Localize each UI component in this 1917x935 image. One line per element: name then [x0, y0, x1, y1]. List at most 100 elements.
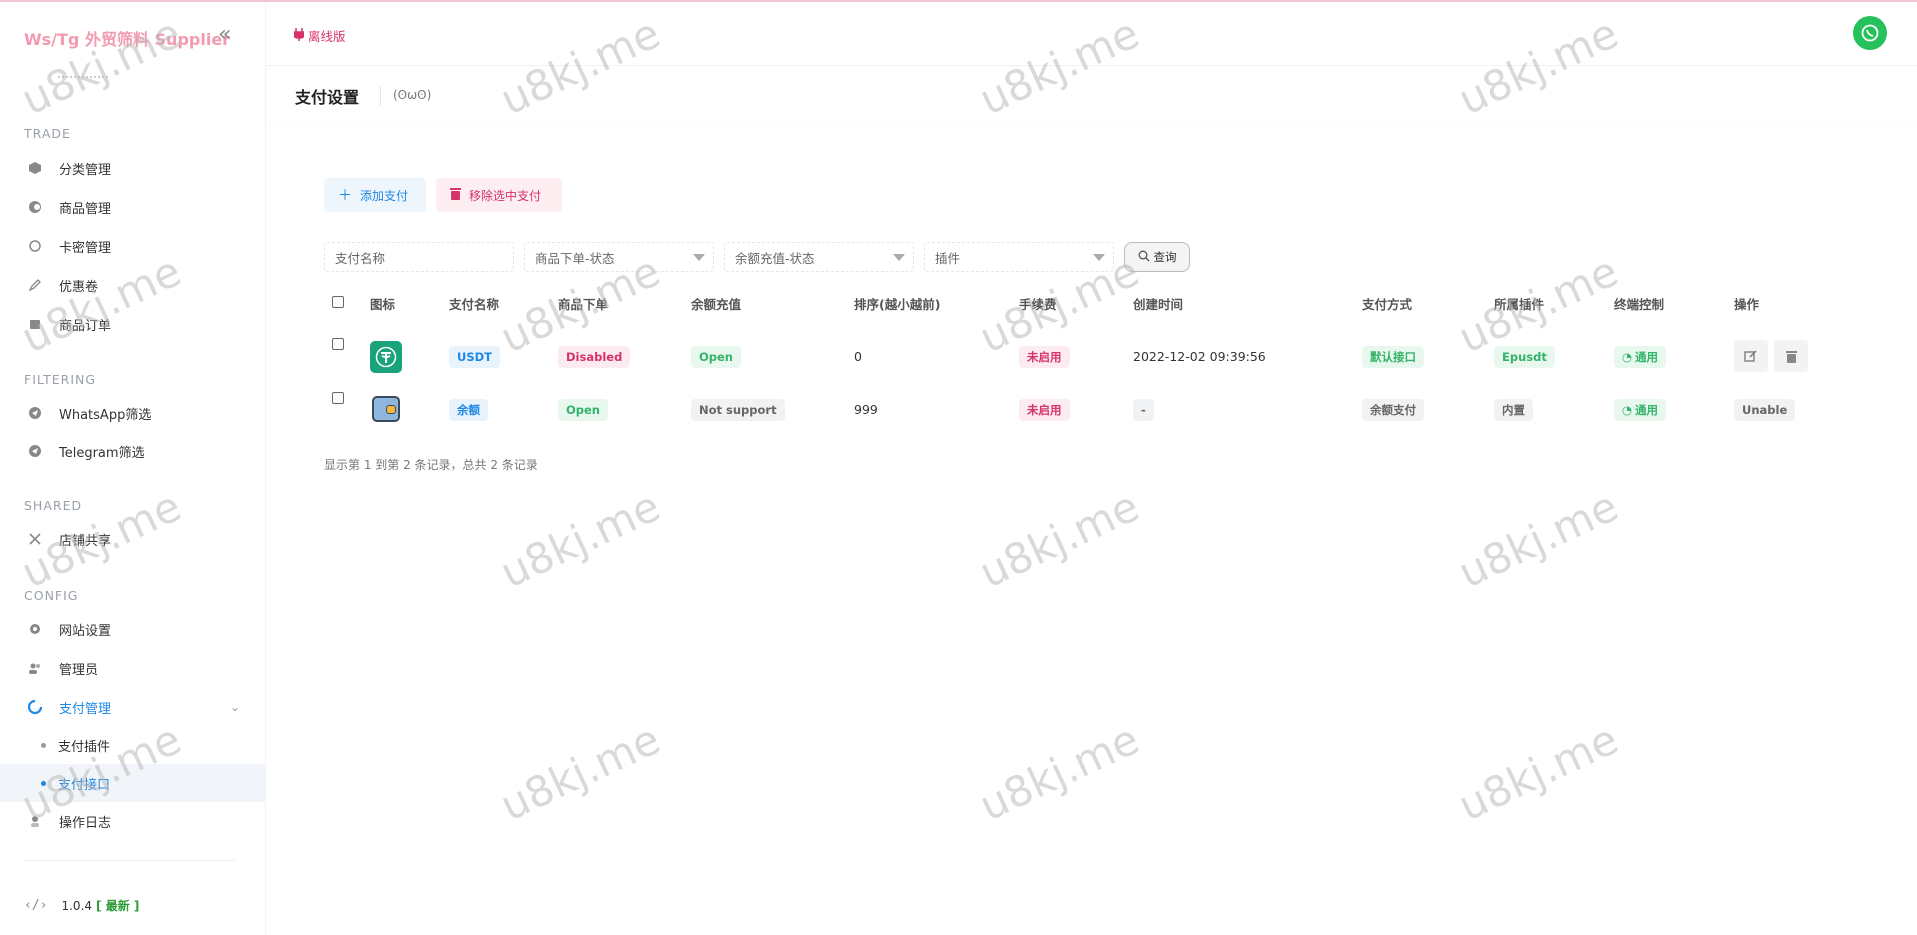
payment-name-input[interactable]: 支付名称: [324, 242, 514, 272]
method-badge: 默认接口: [1362, 346, 1424, 368]
box-icon: [27, 316, 43, 332]
cloud-icon: [27, 199, 43, 215]
sidebar-item-orders[interactable]: 商品订单: [0, 306, 266, 342]
plug-icon: [293, 27, 305, 44]
globe-icon: ◔: [1622, 350, 1633, 364]
add-payment-button[interactable]: ＋ 添加支付: [324, 178, 426, 212]
trash-icon: [1785, 350, 1797, 363]
sidebar-item-label: Telegram筛选: [59, 445, 145, 461]
watermark: u8kj.me: [1451, 714, 1626, 831]
order-status-select[interactable]: 商品下单-状态: [524, 242, 714, 272]
page-subtitle: (ʘωʘ): [393, 88, 432, 102]
sidebar-item-label: 分类管理: [59, 162, 112, 178]
wallet-icon: [372, 396, 400, 422]
remove-selected-button[interactable]: 移除选中支付: [436, 178, 562, 212]
row-checkbox[interactable]: [332, 392, 344, 404]
sidebar-divider: [24, 860, 236, 861]
gear-outline-icon: [27, 238, 43, 254]
globe-icon: ◔: [1622, 403, 1633, 417]
code-icon: ‹/›: [24, 898, 48, 913]
brand-title: Ws/Tg 外贸筛料 Supplier: [24, 30, 231, 49]
bullet-icon: [41, 742, 46, 748]
unable-badge: Unable: [1734, 399, 1796, 421]
trash-icon: [450, 187, 461, 204]
plugin-badge: Epusdt: [1494, 346, 1555, 368]
method-badge: 余额支付: [1362, 399, 1424, 421]
delete-button[interactable]: [1774, 340, 1808, 372]
sidebar-subitem-payment-plugins[interactable]: 支付插件: [0, 726, 266, 764]
recharge-status-select[interactable]: 余额充值-状态: [724, 242, 914, 272]
column-header-recharge: 余额充值: [691, 297, 742, 312]
edit-button[interactable]: [1734, 340, 1768, 372]
whatsapp-icon[interactable]: [1853, 16, 1887, 50]
sidebar-subitem-label: 支付接口: [58, 777, 111, 793]
caret-down-icon: [893, 254, 905, 261]
sidebar-item-logs[interactable]: 操作日志: [0, 803, 266, 839]
users-icon: [27, 660, 43, 676]
section-shared: SHARED: [24, 498, 83, 513]
column-header-order: 商品下单: [558, 297, 609, 312]
sidebar: Ws/Tg 外贸筛料 Supplier « TRADE 分类管理 商品管理 卡密…: [0, 2, 266, 935]
payment-list-card: ＋ 添加支付 移除选中支付 支付名称 商品下单-状态 余额充值-状态 插件 查询…: [288, 146, 1888, 494]
column-header-method: 支付方式: [1362, 297, 1413, 312]
page-title: 支付设置: [295, 88, 360, 107]
version-info: ‹/› 1.0.4 [ 最新 ]: [24, 897, 139, 914]
sidebar-item-admins[interactable]: 管理员: [0, 650, 266, 686]
sidebar-item-label: 支付管理: [59, 701, 112, 717]
search-icon: [1138, 250, 1150, 265]
pagination-summary: 显示第 1 到第 2 条记录，总共 2 条记录: [324, 458, 538, 472]
tether-icon: [370, 341, 402, 373]
sidebar-item-telegram[interactable]: Telegram筛选: [0, 433, 266, 469]
sidebar-item-products[interactable]: 商品管理: [0, 189, 266, 225]
sidebar-item-label: 网站设置: [59, 623, 112, 639]
brand-underline: [58, 76, 108, 80]
version-number: 1.0.4: [61, 898, 93, 913]
send-icon: [27, 405, 43, 421]
column-header-actions: 操作: [1734, 297, 1760, 312]
section-config: CONFIG: [24, 588, 79, 603]
collapse-sidebar-icon[interactable]: «: [218, 22, 231, 47]
sidebar-item-coupons[interactable]: 优惠卷: [0, 267, 266, 303]
column-header-terminal: 终端控制: [1614, 297, 1665, 312]
top-header: 离线版: [266, 2, 1917, 66]
sidebar-item-cardkeys[interactable]: 卡密管理: [0, 228, 266, 264]
sidebar-item-label: 商品订单: [59, 318, 112, 334]
sidebar-item-whatsapp[interactable]: WhatsApp筛选: [0, 395, 266, 431]
sidebar-item-site-settings[interactable]: 网站设置: [0, 611, 266, 647]
search-button[interactable]: 查询: [1124, 242, 1190, 272]
section-filtering: FILTERING: [24, 372, 97, 387]
sidebar-item-shop-share[interactable]: 店铺共享: [0, 521, 266, 557]
watermark: u8kj.me: [493, 714, 668, 831]
recharge-status-badge: Open: [691, 346, 741, 368]
select-all-checkbox[interactable]: [332, 296, 344, 308]
sidebar-item-payment[interactable]: 支付管理 ⌄: [0, 689, 266, 725]
column-header-sort: 排序(越小越前): [854, 297, 941, 312]
shuffle-icon: [27, 531, 43, 547]
column-header-fee: 手续费: [1019, 297, 1057, 312]
terminal-badge: ◔ 通用: [1614, 399, 1667, 421]
watermark: u8kj.me: [1451, 481, 1626, 598]
plugin-badge: 内置: [1494, 399, 1533, 421]
payment-name-badge: USDT: [449, 346, 501, 368]
watermark: u8kj.me: [972, 481, 1147, 598]
sidebar-item-label: 管理员: [59, 662, 99, 678]
bullet-icon: [41, 780, 46, 786]
sidebar-item-label: 优惠卷: [59, 279, 99, 295]
offline-indicator[interactable]: 离线版: [293, 26, 346, 45]
order-status-badge: Open: [558, 399, 608, 421]
column-header-created: 创建时间: [1133, 297, 1184, 312]
terminal-badge: ◔ 通用: [1614, 346, 1667, 368]
order-status-badge: Disabled: [558, 346, 631, 368]
send-icon: [27, 443, 43, 459]
sidebar-item-label: 商品管理: [59, 201, 112, 217]
sidebar-item-label: 店铺共享: [59, 533, 112, 549]
gear-icon: [27, 621, 43, 637]
sidebar-item-label: WhatsApp筛选: [59, 407, 152, 423]
offline-label: 离线版: [308, 29, 346, 44]
row-checkbox[interactable]: [332, 338, 344, 350]
payment-name-badge: 余额: [449, 399, 488, 421]
sidebar-item-category[interactable]: 分类管理: [0, 150, 266, 186]
watermark: u8kj.me: [972, 714, 1147, 831]
sidebar-subitem-payment-interface[interactable]: 支付接口: [0, 764, 266, 802]
plugin-select[interactable]: 插件: [924, 242, 1114, 272]
